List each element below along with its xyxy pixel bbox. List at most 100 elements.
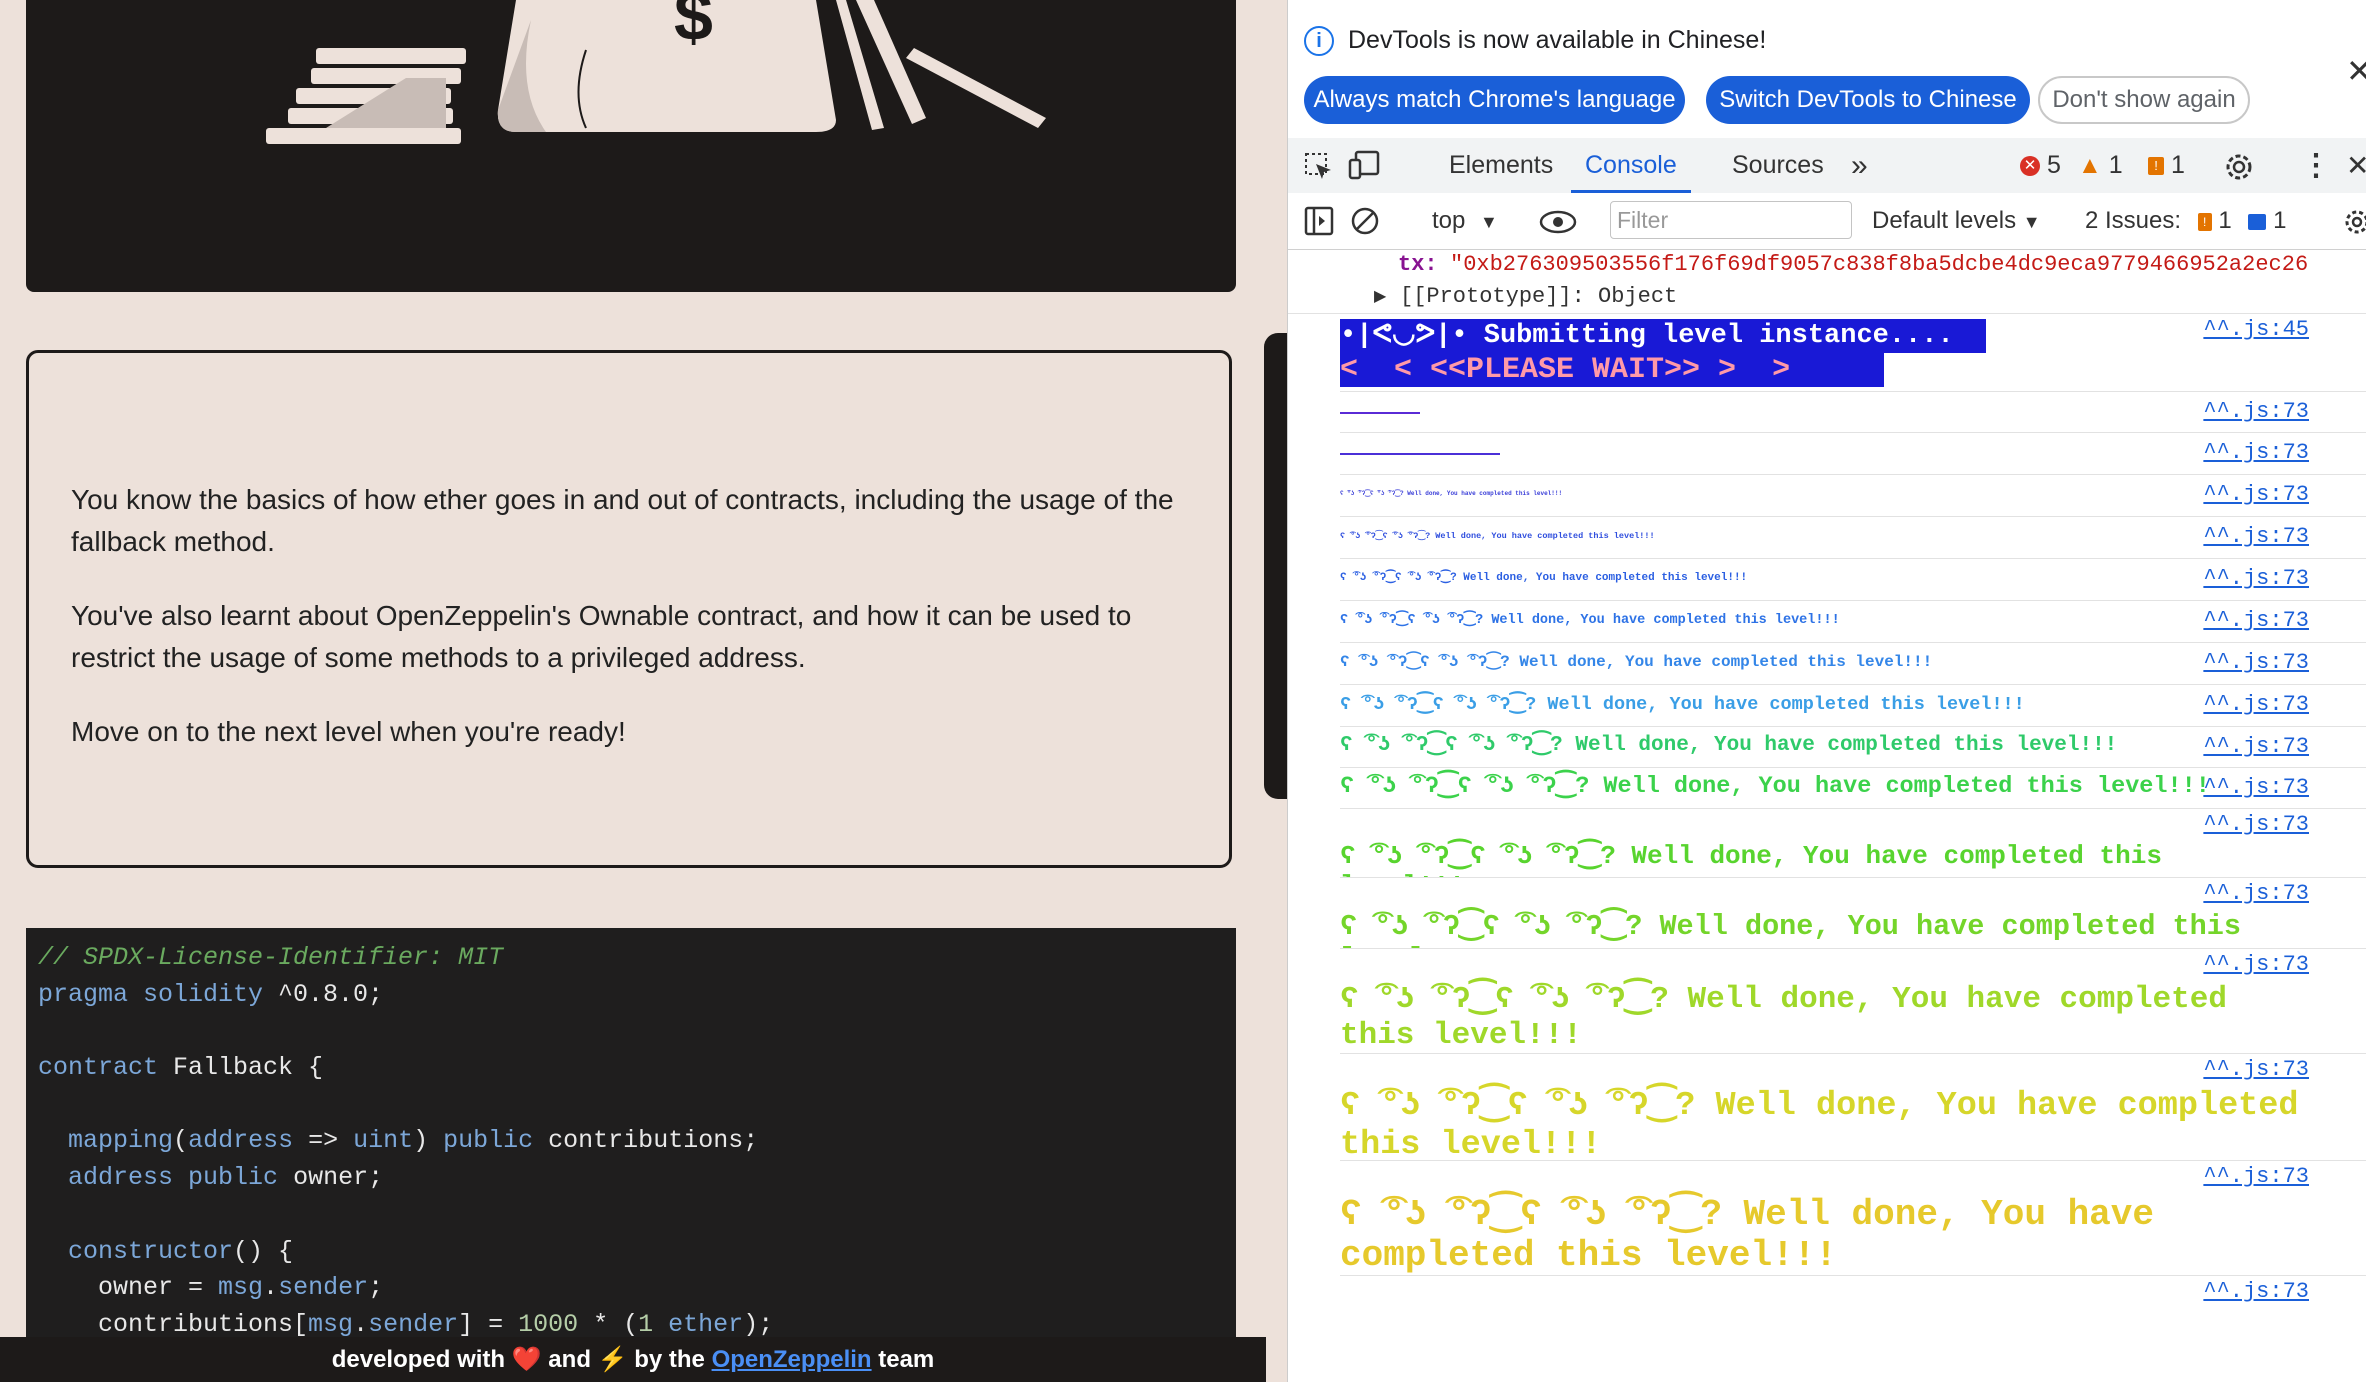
log-property-tx: tx: "0xb276309503556f176f69df9057c838f8ba… (1288, 249, 2366, 281)
source-link[interactable]: ^^.js:45 (2203, 317, 2309, 342)
code-token: address public (68, 1163, 294, 1193)
more-tabs-icon[interactable]: » (1851, 138, 1868, 193)
devtools-tab-bar: Elements Console Sources » ✕ 5 ▲ 1 ! 1 ⋮… (1288, 138, 2366, 194)
code-token: . (353, 1309, 369, 1339)
switch-to-chinese-button[interactable]: Switch DevTools to Chinese (1706, 76, 2030, 124)
issues-warning-count: 1 (2218, 207, 2232, 234)
code-token: mapping (68, 1126, 174, 1156)
issue-count[interactable]: ! 1 (2148, 138, 2185, 193)
log-message: ʕ ͡°ʖ ͡°ʔ⁐ʕ ͡°ʖ ͡°ʔ⁐? Well done, You hav… (1340, 841, 2162, 877)
more-options-icon[interactable]: ⋮ (2301, 138, 2331, 193)
tab-sources[interactable]: Sources (1732, 138, 1824, 193)
devtools-panel: i DevTools is now available in Chinese! … (1287, 0, 2366, 1382)
log-levels-dropdown[interactable]: Default levels ▼ (1872, 193, 2041, 249)
context-selector[interactable]: top ▼ (1432, 193, 1498, 249)
close-devtools-icon[interactable]: ✕ (2346, 138, 2366, 193)
log-message: ʕ ͡°ʖ ͡°ʔ⁐ʕ ͡°ʖ ͡°ʔ⁐? Well done, You hav… (1340, 773, 2210, 801)
issue-warning-icon: ! (2197, 212, 2212, 231)
code-token: sender (368, 1309, 459, 1339)
contract-source-code: // SPDX-License-Identifier: MIT pragma so… (26, 928, 1236, 1382)
code-token: pragma solidity (38, 979, 279, 1009)
code-token: owner; (293, 1163, 384, 1193)
chevron-down-icon: ▼ (1480, 212, 1498, 232)
prototype-row[interactable]: ▶ [[Prototype]]: Object (1288, 281, 2366, 314)
issue-icon: ! (2148, 157, 2164, 176)
tab-console[interactable]: Console (1571, 138, 1691, 193)
filter-input[interactable]: Filter (1610, 201, 1852, 239)
close-icon[interactable]: ✕ (2346, 52, 2366, 90)
log-message: ʕ ͡°ʖ ͡°ʔ⁐ʕ ͡°ʖ ͡°ʔ⁐? Well done, You hav… (1340, 1194, 2176, 1276)
code-token: ^0.8.0; (278, 979, 384, 1009)
settings-icon[interactable] (2223, 151, 2255, 183)
property-key: tx: (1398, 252, 1438, 277)
code-token: () { (233, 1236, 294, 1266)
issue-count-value: 1 (2170, 151, 2185, 179)
always-match-language-button[interactable]: Always match Chrome's language (1304, 76, 1685, 124)
code-token: ); (743, 1309, 774, 1339)
source-link[interactable]: ^^.js:73 (2203, 881, 2309, 906)
log-message: ʕ ͡°ʖ ͡°ʔ⁐ʕ ͡°ʖ ͡°ʔ⁐? Well done, You hav… (1340, 530, 1655, 541)
issues-label: 2 Issues: (2085, 207, 2182, 234)
code-token: Fallback { (173, 1053, 324, 1083)
source-link[interactable]: ^^.js:73 (2203, 1279, 2309, 1304)
issues-counter[interactable]: 2 Issues: ! 1 1 (2085, 193, 2286, 249)
level-complete-illustration: $ (26, 0, 1236, 292)
issue-info-icon (2248, 213, 2267, 230)
message-paragraph-3: Move on to the next level when you're re… (71, 716, 626, 747)
code-token: public (443, 1126, 549, 1156)
code-token: msg (218, 1273, 264, 1303)
warning-count-value: 1 (2108, 151, 2123, 179)
code-token: * ( (578, 1309, 639, 1339)
code-token: ( (173, 1126, 189, 1156)
source-link[interactable]: ^^.js:73 (2203, 1164, 2309, 1189)
info-icon: i (1304, 26, 1334, 56)
code-line: constructor() { (38, 1234, 1236, 1271)
sidebar-toggle-icon[interactable] (1304, 206, 1334, 236)
code-token: ] = (458, 1309, 519, 1339)
source-link[interactable]: ^^.js:73 (2203, 1057, 2309, 1082)
console-row: ^^.js:73 ʕ ͡°ʖ ͡°ʔ⁐ʕ ͡°ʖ ͡°ʔ⁐? Well done,… (1340, 1053, 2366, 1161)
console-toolbar: top ▼ Filter Default levels ▼ 2 Issues: … (1288, 193, 2366, 250)
level-complete-message: You know the basics of how ether goes in… (26, 350, 1232, 868)
side-panel-tab[interactable] (1264, 333, 1287, 799)
warning-count[interactable]: ▲ 1 (2078, 138, 2123, 193)
source-link[interactable]: ^^.js:73 (2203, 440, 2309, 465)
code-token: contributions; (548, 1126, 759, 1156)
code-line: mapping(address => uint) public contribu… (38, 1123, 1236, 1160)
dont-show-again-button[interactable]: Don't show again (2038, 76, 2250, 124)
console-settings-icon[interactable] (2342, 207, 2366, 237)
inspect-element-icon[interactable] (1304, 152, 1334, 182)
source-link[interactable]: ^^.js:73 (2203, 952, 2309, 977)
chevron-down-icon: ▼ (2022, 212, 2041, 232)
console-output: tx: "0xb276309503556f176f69df9057c838f8ba… (1288, 249, 2366, 1382)
error-count[interactable]: ✕ 5 (2020, 138, 2061, 193)
console-row: ^^.js:73 ʕ ͡°ʖ ͡°ʔ⁐ʕ ͡°ʖ ͡°ʔ⁐? Well done,… (1340, 516, 2366, 559)
console-row: ^^.js:73 ʕ ͡°ʖ ͡°ʔ⁐ʕ ͡°ʖ ͡°ʔ⁐? Well done,… (1340, 600, 2366, 643)
code-token: => (293, 1126, 354, 1156)
log-message: ʕ ͡°ʖ ͡°ʔ⁐ʕ ͡°ʖ ͡°ʔ⁐? Well done, You hav… (1340, 733, 2118, 757)
tab-elements[interactable]: Elements (1449, 138, 1553, 193)
console-row: ^^.js:73 ʕ ͡°ʖ ͡°ʔ⁐ʕ ͡°ʖ ͡°ʔ⁐? Well done,… (1340, 948, 2366, 1054)
source-link[interactable]: ^^.js:73 (2203, 812, 2309, 837)
banner-line-2: < < <<PLEASE WAIT>> > > (1340, 353, 1884, 387)
message-paragraph-1: You know the basics of how ether goes in… (71, 484, 1174, 557)
console-row: ^^.js:73 ʕ ͡°ʖ ͡°ʔ⁐ʕ ͡°ʖ ͡°ʔ⁐? Well done,… (1340, 684, 2366, 727)
log-message: ʕ ͡°ʖ ͡°ʔ⁐ʕ ͡°ʖ ͡°ʔ⁐? Well done, You hav… (1340, 982, 2246, 1053)
openzeppelin-link[interactable]: OpenZeppelin (712, 1346, 872, 1373)
source-link[interactable]: ^^.js:73 (2203, 399, 2309, 424)
code-token: constructor (68, 1236, 234, 1266)
footer-text-pre: developed with (331, 1346, 512, 1373)
prototype-text: [[Prototype]]: Object (1400, 284, 1678, 309)
console-row: ^^.js:73 (1340, 432, 2366, 475)
log-message-line (1340, 411, 1420, 414)
clear-console-icon[interactable] (1350, 206, 1380, 236)
infobar-message: DevTools is now available in Chinese! (1348, 26, 1767, 54)
console-row: ^^.js:73 ʕ ͡°ʖ ͡°ʔ⁐ʕ ͡°ʖ ͡°ʔ⁐? Well done,… (1340, 642, 2366, 685)
live-expression-eye-icon[interactable] (1538, 209, 1578, 235)
expand-triangle-icon[interactable]: ▶ (1374, 281, 1386, 313)
log-message: ʕ ͡°ʖ ͡°ʔ⁐ʕ ͡°ʖ ͡°ʔ⁐? Well done, You hav… (1340, 612, 1840, 628)
device-toolbar-icon[interactable] (1348, 150, 1382, 182)
code-line: owner = msg.sender; (38, 1270, 1236, 1307)
code-token: ; (368, 1273, 384, 1303)
